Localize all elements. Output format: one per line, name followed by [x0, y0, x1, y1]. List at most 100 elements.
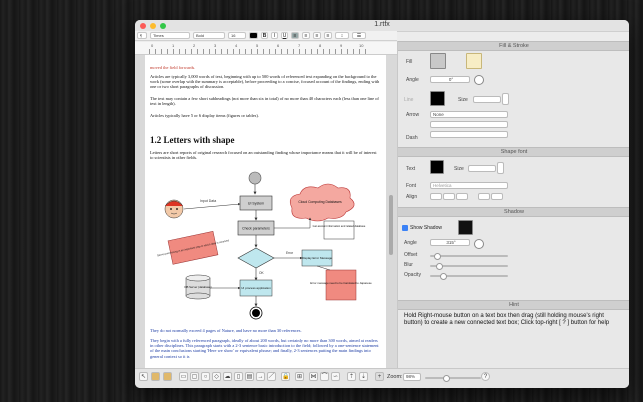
doc-paragraph: Articles typically have 5 or 6 display i…	[150, 113, 259, 118]
italic-button[interactable]: I	[271, 32, 278, 39]
account-info-box[interactable]	[323, 220, 355, 240]
shape-diamond-icon[interactable]: ◇	[212, 372, 221, 381]
dash-select[interactable]	[430, 131, 508, 138]
path-icon[interactable]: ⌒	[320, 372, 329, 381]
valign-bottom-button[interactable]	[491, 193, 503, 200]
error-translation-label: Error message need to be translated to J…	[310, 281, 372, 285]
bold-button[interactable]: B	[261, 32, 268, 39]
zoom-slider[interactable]	[425, 375, 481, 382]
decision-diamond[interactable]	[237, 247, 275, 269]
fill-picker-button[interactable]	[466, 53, 482, 69]
arrow-end-select[interactable]	[430, 121, 508, 128]
fill-color-well[interactable]	[430, 53, 446, 69]
line-spacing-select[interactable]: ↕	[335, 32, 349, 39]
valign-top-button[interactable]	[478, 193, 490, 200]
font-family-select[interactable]: Times	[150, 32, 190, 39]
zoom-select[interactable]: 98%	[403, 373, 421, 381]
font-size-select[interactable]: 16	[228, 32, 246, 39]
blur-slider[interactable]	[430, 263, 508, 270]
fill-stroke-header: Fill & Stroke	[398, 41, 629, 51]
justify-icon[interactable]: ≡	[324, 32, 332, 39]
shape-rect-icon[interactable]: ▭	[179, 372, 188, 381]
paragraph-style-select[interactable]: ¶	[137, 32, 147, 39]
select-tool-icon[interactable]: ↖	[139, 372, 148, 381]
ruler[interactable]: 0 1 2 3 4 5 6 7 8 9 10	[135, 42, 397, 55]
angle-dial[interactable]	[474, 75, 484, 85]
shape-rounded-icon[interactable]: ▢	[190, 372, 199, 381]
input-data-label: Input Data	[200, 199, 216, 203]
align-right-icon[interactable]: ≡	[313, 32, 321, 39]
shadow-color-well[interactable]	[458, 220, 473, 235]
bring-forward-icon[interactable]: ⇡	[347, 372, 356, 381]
text-color-well[interactable]	[430, 160, 444, 174]
format-toolbar: ¶ Times Bold 16 B I U ≡ ≡ ≡ ≡ ↕ ☰	[135, 31, 397, 41]
align-left-icon[interactable]: ≡	[291, 32, 299, 39]
line-size-input[interactable]	[473, 96, 501, 103]
font-select[interactable]: Helvetica	[430, 182, 508, 189]
line-size-stepper[interactable]	[502, 93, 509, 105]
server-note-box[interactable]: Server processing is an important step i…	[155, 228, 232, 267]
shape-line-icon[interactable]: ／	[267, 372, 276, 381]
lock-icon[interactable]: 🔒	[281, 372, 290, 381]
line-size-label: Size	[458, 97, 468, 103]
opacity-slider[interactable]	[430, 273, 508, 280]
line-label[interactable]: Line	[404, 97, 413, 103]
font-size-stepper[interactable]	[497, 162, 504, 174]
doc-paragraph: moved the field forwards.	[150, 65, 196, 70]
shape-ellipse-icon[interactable]: ○	[201, 372, 210, 381]
text-color-well[interactable]	[249, 32, 258, 39]
shape-cloud-icon[interactable]: ☁	[223, 372, 232, 381]
shape-note-icon[interactable]: ▤	[245, 372, 254, 381]
error-translation-box[interactable]	[325, 269, 357, 301]
doc-paragraph: They begin with a fully referenced parag…	[150, 338, 379, 359]
check-parameters-label: Check parameters	[242, 227, 270, 231]
font-size-input[interactable]	[468, 165, 496, 172]
help-button[interactable]: ?	[481, 372, 490, 381]
doc-heading: 1.2 Letters with shape	[150, 135, 235, 145]
display-error-label: Display Error Message	[302, 256, 333, 260]
show-shadow-checkbox[interactable]	[402, 225, 408, 231]
fill-label: Fill	[406, 59, 413, 65]
zoom-label: Zoom:	[387, 374, 403, 380]
arrow-label: Arrow	[406, 112, 420, 118]
shape-arrow-icon[interactable]: →	[256, 372, 265, 381]
document-page[interactable]: moved the field forwards. Articles are t…	[145, 55, 386, 368]
ui-process-label: UI process application	[241, 286, 271, 290]
arrow-select[interactable]: None	[430, 111, 508, 118]
font-weight-select[interactable]: Bold	[193, 32, 225, 39]
ruler-label: 9	[340, 43, 343, 48]
box-tool-icon[interactable]	[163, 372, 172, 381]
ruler-label: 0	[151, 43, 154, 48]
angle-input[interactable]: 0°	[430, 76, 470, 83]
align-left-button[interactable]	[430, 193, 442, 200]
align-center-button[interactable]	[443, 193, 455, 200]
underline-button[interactable]: U	[281, 32, 288, 39]
curve-icon[interactable]: ∽	[331, 372, 340, 381]
image-tool-icon[interactable]	[151, 372, 160, 381]
bottom-toolbar: ↖ ▭ ▢ ○ ◇ ☁ ▯ ▤ → ／ 🔒 ⊞ ⋈ ⌒ ∽ ⇡ ⇣ + Zoom…	[135, 368, 629, 388]
account-info-label: Get account information and related data…	[313, 224, 366, 228]
send-backward-icon[interactable]: ⇣	[359, 372, 368, 381]
flowchart-diagram[interactable]: Input Data UI System Check parameters Cl…	[150, 170, 380, 322]
document-area: moved the field forwards. Articles are t…	[135, 55, 397, 368]
ruler-label: 2	[193, 43, 196, 48]
align-center-icon[interactable]: ≡	[302, 32, 310, 39]
document-scrollbar[interactable]	[389, 195, 393, 255]
font-size-label: Size	[454, 166, 464, 172]
shadow-angle-input[interactable]: 315°	[430, 239, 470, 246]
ruler-label: 3	[214, 43, 217, 48]
offset-slider[interactable]	[430, 253, 508, 260]
connector-icon[interactable]: ⋈	[309, 372, 318, 381]
list-style-select[interactable]: ☰	[352, 32, 366, 39]
start-node[interactable]	[248, 171, 262, 185]
line-color-well[interactable]	[430, 91, 445, 106]
shape-cylinder-icon[interactable]: ▯	[234, 372, 243, 381]
add-page-icon[interactable]: +	[375, 372, 384, 381]
doc-paragraph: Articles are typically 3,000 words of te…	[150, 74, 380, 90]
shadow-angle-label: Angle	[404, 240, 417, 246]
group-icon[interactable]: ⊞	[295, 372, 304, 381]
dash-label: Dash	[406, 135, 418, 141]
ok-branch-label: OK	[259, 271, 264, 275]
align-right-button[interactable]	[456, 193, 468, 200]
shadow-angle-dial[interactable]	[474, 239, 484, 249]
